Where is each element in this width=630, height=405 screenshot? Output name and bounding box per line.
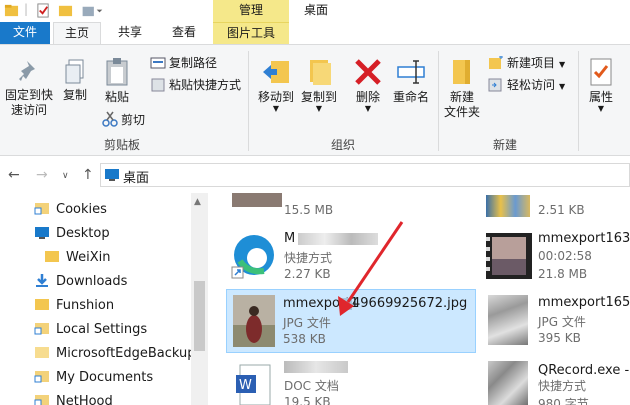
annotation-arrow [338,221,404,316]
